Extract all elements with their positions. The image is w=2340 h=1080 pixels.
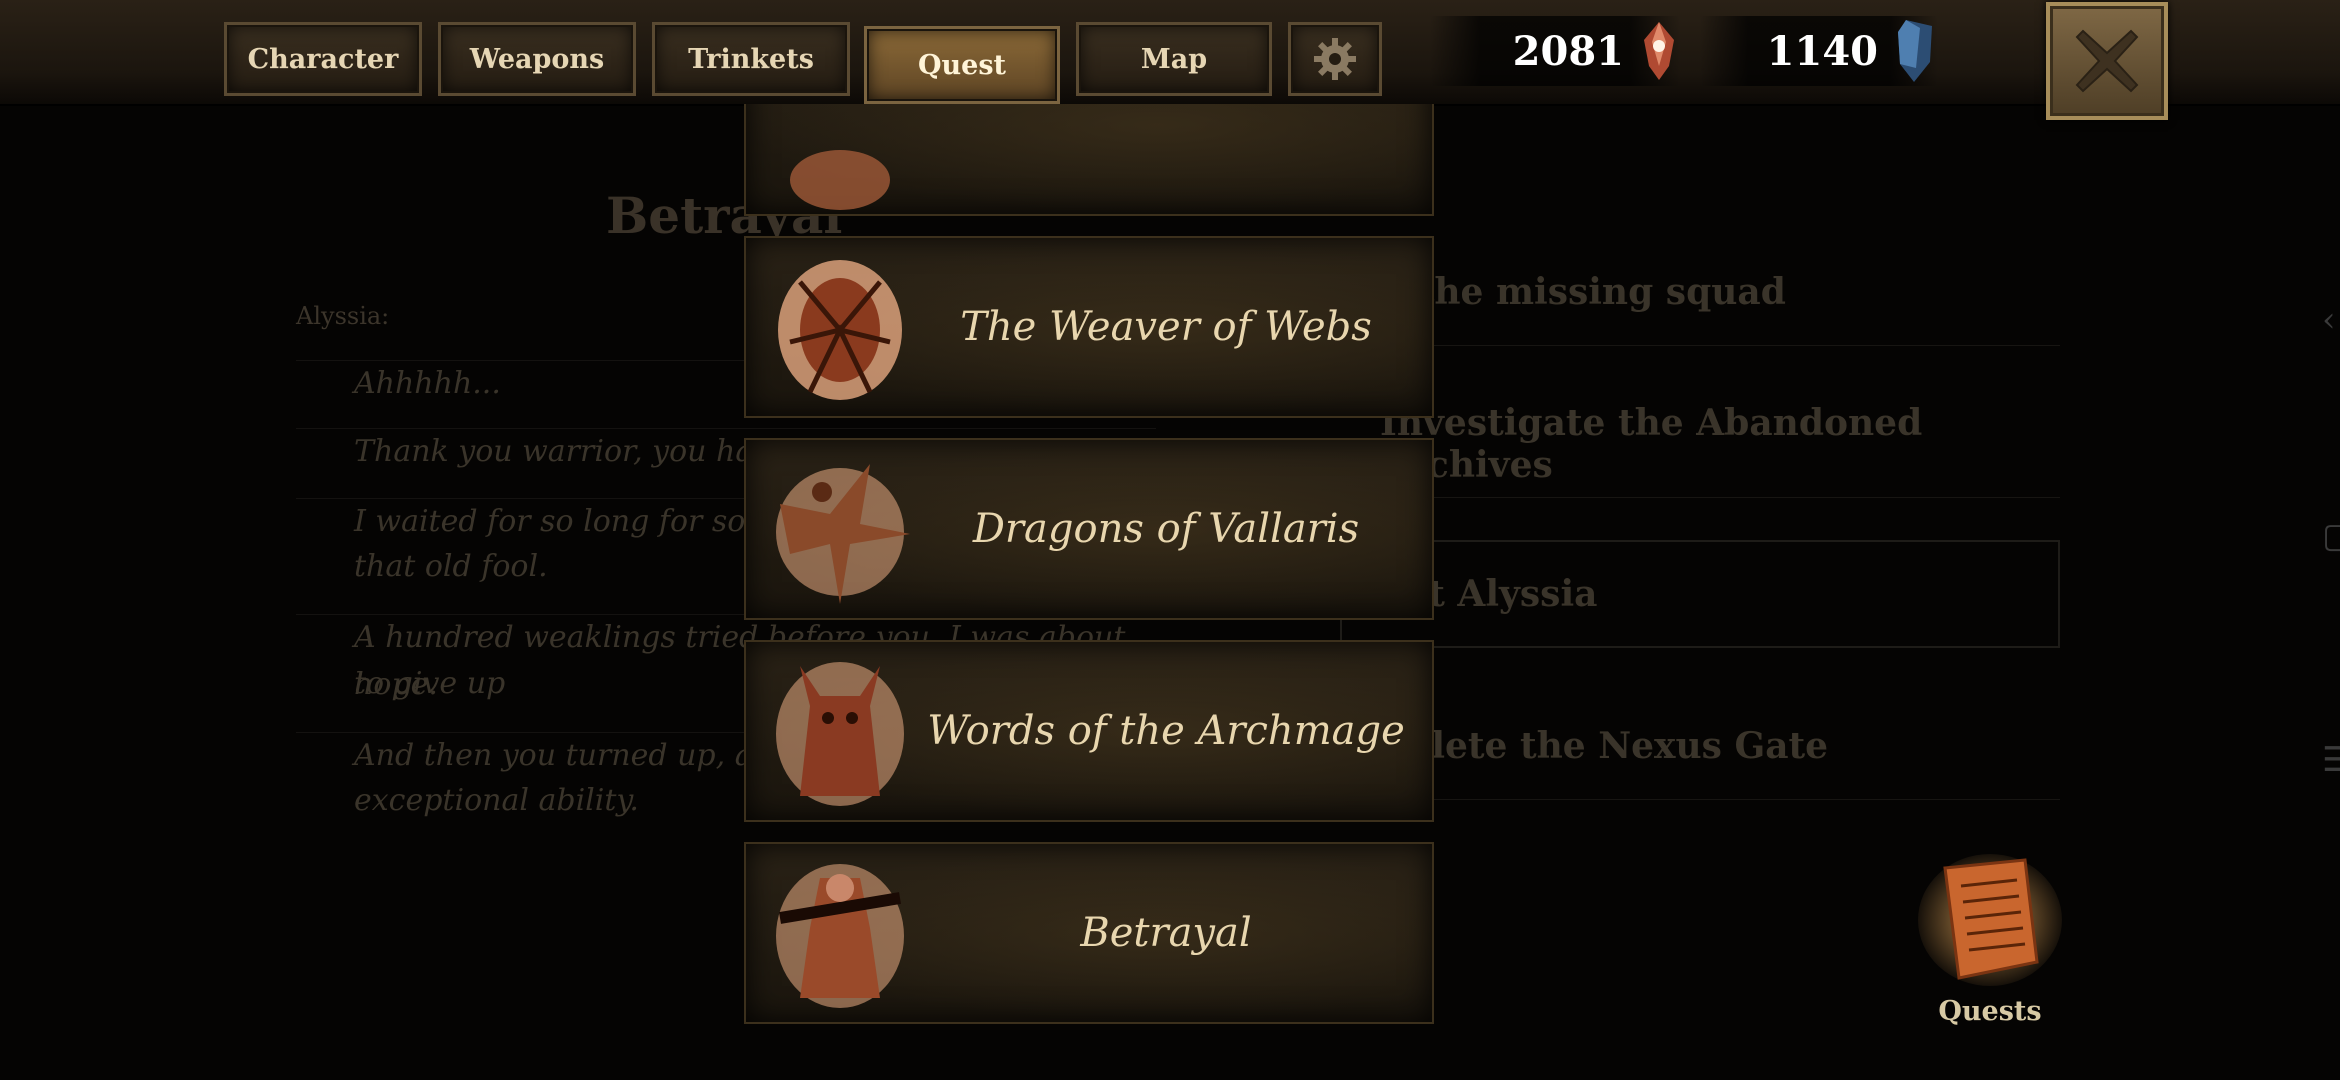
chevron-left-icon[interactable]: ‹ [2322,300,2336,340]
menu-icon[interactable]: ☰ [2322,740,2340,780]
quest-name: Dragons of Vallaris [972,506,1360,552]
objective-item[interactable]: d the missing squad [1340,238,2060,346]
square-icon[interactable]: ▢ [2322,516,2340,556]
ruby-currency: 2081 [1430,16,1680,86]
dragon-icon [776,464,910,604]
objective-item[interactable]: Investigate the Abandoned Archives [1340,390,2060,498]
tab-map[interactable]: Map [1076,22,1272,96]
tab-trinkets[interactable]: Trinkets [652,22,850,96]
quest-list-item[interactable]: Dragons of Vallaris [744,438,1434,620]
ruby-count: 2081 [1512,27,1624,75]
quest-list-item-partial[interactable] [744,104,1434,216]
quests-button[interactable]: Quests [1900,850,2080,1040]
quest-scroll-icon [1918,854,2062,986]
quest-list[interactable]: The Weaver of Webs Dragons of Vallaris W… [744,104,1434,1034]
settings-button[interactable] [1288,22,1382,96]
quest-list-item[interactable]: Words of the Archmage [744,640,1434,822]
top-bar: Character Weapons Trinkets Quest Map 208… [0,0,2340,120]
objective-item-selected[interactable]: eat Alyssia [1340,540,2060,648]
quest-name: Words of the Archmage [927,708,1405,754]
close-icon [2075,29,2139,93]
ruby-gem-icon [1644,22,1674,80]
quest-list-item[interactable]: The Weaver of Webs [744,236,1434,418]
horned-mage-icon [776,662,904,806]
quest-name: The Weaver of Webs [960,304,1372,350]
quests-label: Quests [1938,996,2042,1027]
tab-character[interactable]: Character [224,22,422,96]
sapphire-count: 1140 [1766,27,1878,75]
close-button[interactable] [2046,2,2168,120]
tab-quest[interactable]: Quest [864,26,1060,104]
tab-weapons[interactable]: Weapons [438,22,636,96]
creature-icon [790,150,890,210]
dialogue-speaker: Alyssia: [296,302,390,330]
quest-list-item[interactable]: Betrayal [744,842,1434,1024]
gear-icon [1314,38,1356,80]
objective-item[interactable]: nplete the Nexus Gate [1340,692,2060,800]
sapphire-currency: 1140 [1700,16,1938,86]
sapphire-crystal-icon [1898,20,1932,82]
spider-creature-icon [778,260,902,400]
warrior-icon [776,864,904,1008]
quest-name: Betrayal [1080,910,1252,956]
